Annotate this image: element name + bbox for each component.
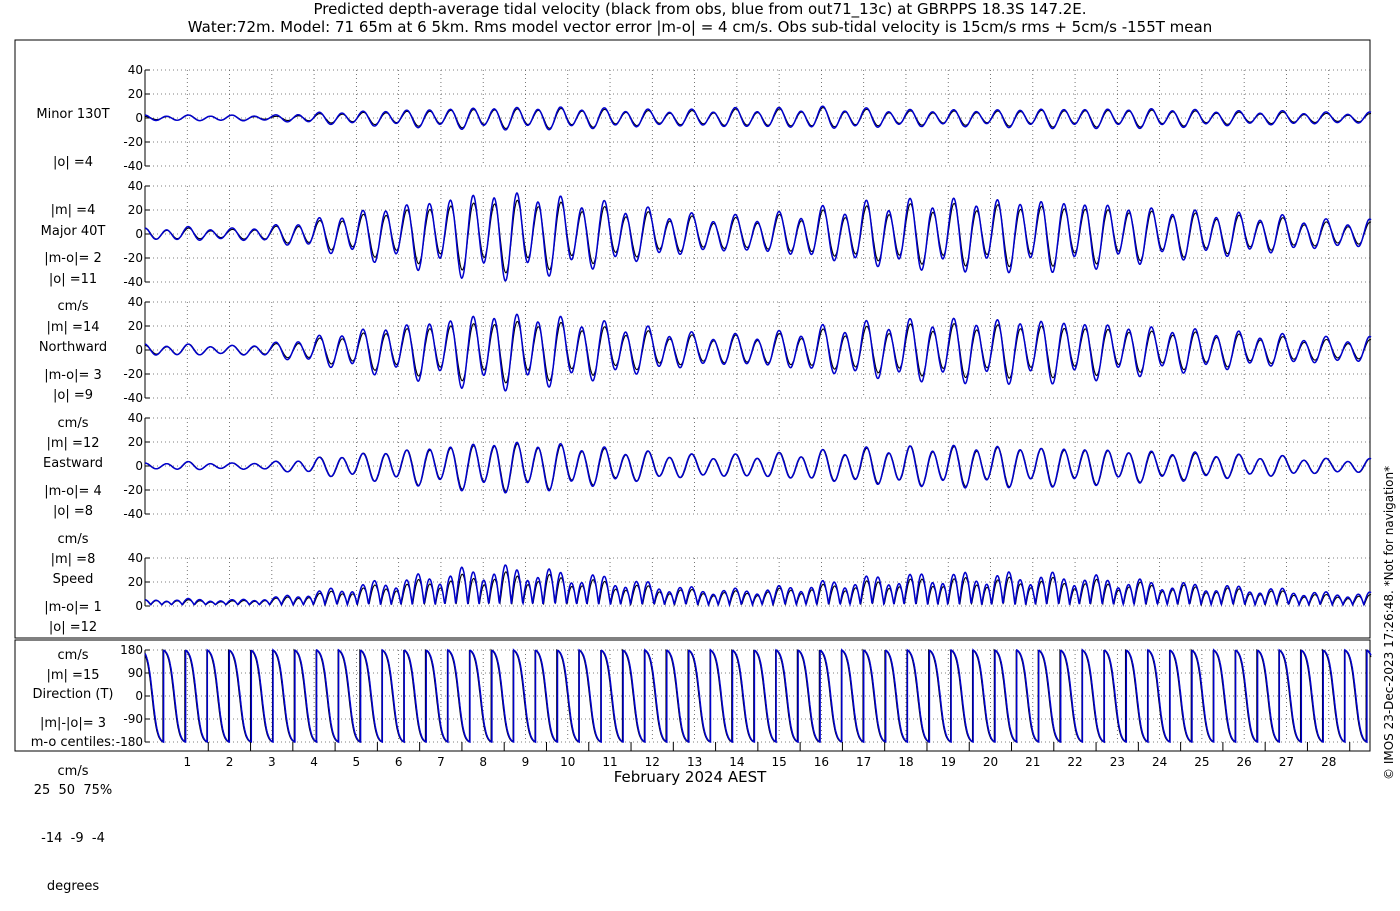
x-tick-label: 14 — [729, 755, 744, 769]
x-tick-label: 27 — [1279, 755, 1294, 769]
panel-direction-t-: -180 -90 0 90 180 — [116, 643, 1372, 749]
x-tick-label: 28 — [1321, 755, 1336, 769]
y-tick-label: -40 — [123, 159, 143, 173]
y-tick-label: 0 — [135, 111, 143, 125]
x-tick-label: 26 — [1237, 755, 1252, 769]
credit-text: © IMOS 23-Dec-2023 17:26:48. *Not for na… — [1382, 465, 1396, 780]
y-tick-label: 40 — [128, 551, 143, 565]
x-tick-label: 2 — [226, 755, 234, 769]
y-tick-label: 20 — [128, 435, 143, 449]
y-tick-label: -20 — [123, 251, 143, 265]
series-obs-line — [145, 571, 1372, 607]
panel-major-40t: -40 -20 0 20 40 — [123, 179, 1372, 289]
y-tick-label: 0 — [135, 599, 143, 613]
series-obs-line — [144, 199, 1372, 274]
x-tick-label: 8 — [479, 755, 487, 769]
y-tick-label: 0 — [135, 343, 143, 357]
y-tick-label: 20 — [128, 319, 143, 333]
x-tick-label: 9 — [522, 755, 530, 769]
x-tick-label: 19 — [941, 755, 956, 769]
x-tick-label: 25 — [1194, 755, 1209, 769]
x-tick-label: 23 — [1110, 755, 1125, 769]
y-tick-label: -90 — [123, 712, 143, 726]
y-tick-label: 0 — [135, 689, 143, 703]
y-tick-label: 0 — [135, 227, 143, 241]
panel-minor-130t: -40 -20 0 20 40 — [123, 63, 1372, 173]
x-tick-label: 21 — [1025, 755, 1040, 769]
x-tick-label: 17 — [856, 755, 871, 769]
x-tick-label: 20 — [983, 755, 998, 769]
y-tick-label: 0 — [135, 459, 143, 473]
panel-northward: -40 -20 0 20 40 — [123, 295, 1372, 405]
tidal-velocity-chart: -40-2002040-40-2002040-40-2002040-40-200… — [14, 39, 1372, 769]
panel-speed: 0 20 40 — [128, 551, 1372, 613]
y-tick-label: -20 — [123, 135, 143, 149]
y-tick-label: 20 — [128, 575, 143, 589]
y-tick-label: 180 — [120, 643, 143, 657]
panel-label-line: degrees — [46, 879, 100, 894]
y-tick-label: -20 — [123, 367, 143, 381]
series-model-line — [144, 441, 1372, 494]
x-tick-label: 5 — [353, 755, 361, 769]
panel-eastward: -40 -20 0 20 40 — [123, 411, 1372, 521]
panel-label-line: -14 -9 -4 — [41, 831, 105, 846]
x-tick-label: 24 — [1152, 755, 1167, 769]
y-tick-label: 20 — [128, 87, 143, 101]
y-tick-label: -40 — [123, 275, 143, 289]
x-tick-label: 12 — [645, 755, 660, 769]
x-tick-label: 10 — [560, 755, 575, 769]
y-tick-label: -20 — [123, 483, 143, 497]
x-tick-label: 16 — [814, 755, 829, 769]
y-tick-label: 90 — [128, 666, 143, 680]
x-tick-label: 3 — [268, 755, 276, 769]
x-tick-label: 13 — [687, 755, 702, 769]
x-tick-label: 15 — [771, 755, 786, 769]
series-obs-line — [145, 443, 1372, 492]
y-tick-label: 20 — [128, 203, 143, 217]
y-tick-label: 40 — [128, 411, 143, 425]
x-tick-label: 18 — [898, 755, 913, 769]
series-model-line — [144, 191, 1372, 282]
y-tick-label: 40 — [128, 295, 143, 309]
x-axis-label: February 2024 AEST — [613, 768, 767, 786]
x-tick-label: 4 — [310, 755, 318, 769]
x-tick-label: 6 — [395, 755, 403, 769]
y-tick-label: 40 — [128, 179, 143, 193]
upper-frame — [14, 39, 1371, 639]
y-tick-label: -40 — [123, 391, 143, 405]
x-tick-label: 11 — [602, 755, 617, 769]
y-tick-label: -180 — [116, 735, 143, 749]
y-tick-label: -40 — [123, 507, 143, 521]
x-tick-label: 22 — [1067, 755, 1082, 769]
x-tick-label: 1 — [183, 755, 191, 769]
y-tick-label: 40 — [128, 63, 143, 77]
series-model-line — [144, 564, 1372, 608]
x-tick-label: 7 — [437, 755, 445, 769]
